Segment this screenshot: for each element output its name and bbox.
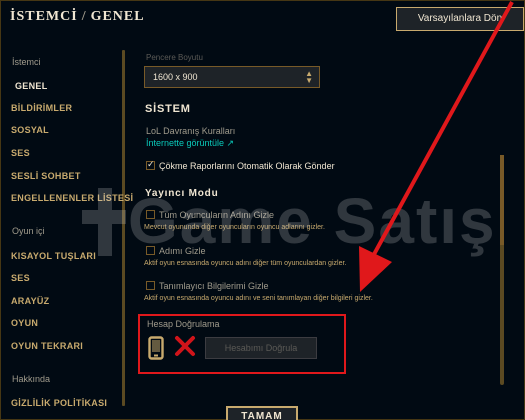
sidebar-item-sound[interactable]: SES: [11, 148, 30, 158]
account-verification-label: Hesap Doğrulama: [147, 319, 220, 329]
sidebar-item-hotkeys[interactable]: KISAYOL TUŞLARI: [11, 251, 96, 261]
breadcrumb-client: İSTEMCİ: [10, 9, 78, 24]
sidebar-group-client: İstemci: [12, 57, 41, 67]
sidebar-group-about: Hakkında: [12, 374, 51, 384]
verify-account-button[interactable]: Hesabımı Doğrula: [205, 337, 317, 359]
hide-all-names-checkbox[interactable]: Tüm Oyuncuların Adını Gizle: [146, 210, 274, 222]
sidebar-item-social[interactable]: SOSYAL: [11, 125, 49, 135]
sidebar-item-privacy-policy[interactable]: GİZLİLİK POLİTİKASI: [11, 398, 107, 408]
watermark: Game Satış: [80, 178, 495, 268]
breadcrumb-general: GENEL: [90, 9, 145, 24]
sidebar-item-block-list[interactable]: ENGELLENENLER LİSTESİ: [11, 193, 133, 203]
reset-defaults-button[interactable]: Varsayılanlara Dön: [396, 7, 524, 31]
page-title: İSTEMCİ / GENEL: [10, 9, 145, 25]
chevron-up-down-icon: ▲ ▼: [305, 69, 313, 85]
sidebar-divider: [122, 50, 125, 406]
sidebar-item-voice-chat[interactable]: SESLİ SOHBET: [11, 171, 81, 181]
ok-button[interactable]: TAMAM: [226, 406, 298, 420]
crash-reports-label: Çökme Raporlarını Otomatik Olarak Gönder: [159, 161, 335, 171]
crash-reports-checkbox[interactable]: Çökme Raporlarını Otomatik Olarak Gönder: [146, 159, 335, 173]
hide-my-name-checkbox[interactable]: Adımı Gizle: [146, 246, 206, 258]
lol-rules-label: LoL Davranış Kuralları: [146, 126, 236, 136]
sidebar-group-ingame: Oyun içi: [12, 226, 45, 236]
sidebar-item-notifications[interactable]: BİLDİRİMLER: [11, 103, 72, 113]
header: İSTEMCİ / GENEL Varsayılanlara Dön: [0, 0, 525, 36]
checkbox-unchecked-icon: [146, 246, 155, 256]
checkbox-unchecked-icon: [146, 281, 155, 291]
view-online-link[interactable]: İnternette görüntüle ↗: [146, 138, 234, 149]
sidebar-item-game[interactable]: OYUN: [11, 318, 38, 328]
sidebar-item-interface[interactable]: ARAYÜZ: [11, 296, 49, 306]
checkbox-unchecked-icon: [146, 210, 155, 220]
phone-icon: [148, 336, 164, 360]
hide-my-name-label: Adımı Gizle: [159, 246, 206, 256]
window-size-select[interactable]: 1600 x 900 ▲ ▼: [144, 66, 320, 88]
sidebar: İstemci GENEL BİLDİRİMLER SOSYAL SES SES…: [0, 44, 133, 420]
hide-identifying-info-checkbox[interactable]: Tanımlayıcı Bilgilerimi Gizle: [146, 281, 269, 293]
window-size-value: 1600 x 900: [153, 72, 198, 82]
hide-all-names-label: Tüm Oyuncuların Adını Gizle: [159, 210, 275, 220]
settings-scrollbar-thumb[interactable]: [500, 155, 504, 245]
hide-my-name-desc: Aktif oyun esnasında oyuncu adını diğer …: [144, 260, 347, 267]
breadcrumb-separator: /: [81, 9, 87, 24]
settings-scrollbar[interactable]: [500, 155, 504, 385]
sidebar-item-ingame-sound[interactable]: SES: [11, 273, 30, 283]
x-icon: [175, 336, 195, 356]
hide-all-names-desc: Mevcut oyununda diğer oyuncuların oyuncu…: [144, 224, 325, 231]
streamer-mode-title: Yayıncı Modu: [145, 188, 219, 199]
sidebar-item-general[interactable]: GENEL: [15, 81, 48, 91]
sidebar-item-replays[interactable]: OYUN TEKRARI: [11, 341, 83, 351]
hide-identifying-info-desc: Aktif oyun esnasında oyuncu adını ve sen…: [144, 295, 373, 302]
account-verification-section: Hesap Doğrulama Hesabımı Doğrula: [138, 314, 346, 374]
checkbox-checked-icon: [146, 159, 155, 171]
hide-identifying-info-label: Tanımlayıcı Bilgilerimi Gizle: [159, 281, 269, 291]
system-section-title: SİSTEM: [145, 103, 191, 115]
window-size-label: Pencere Boyutu: [146, 53, 203, 62]
